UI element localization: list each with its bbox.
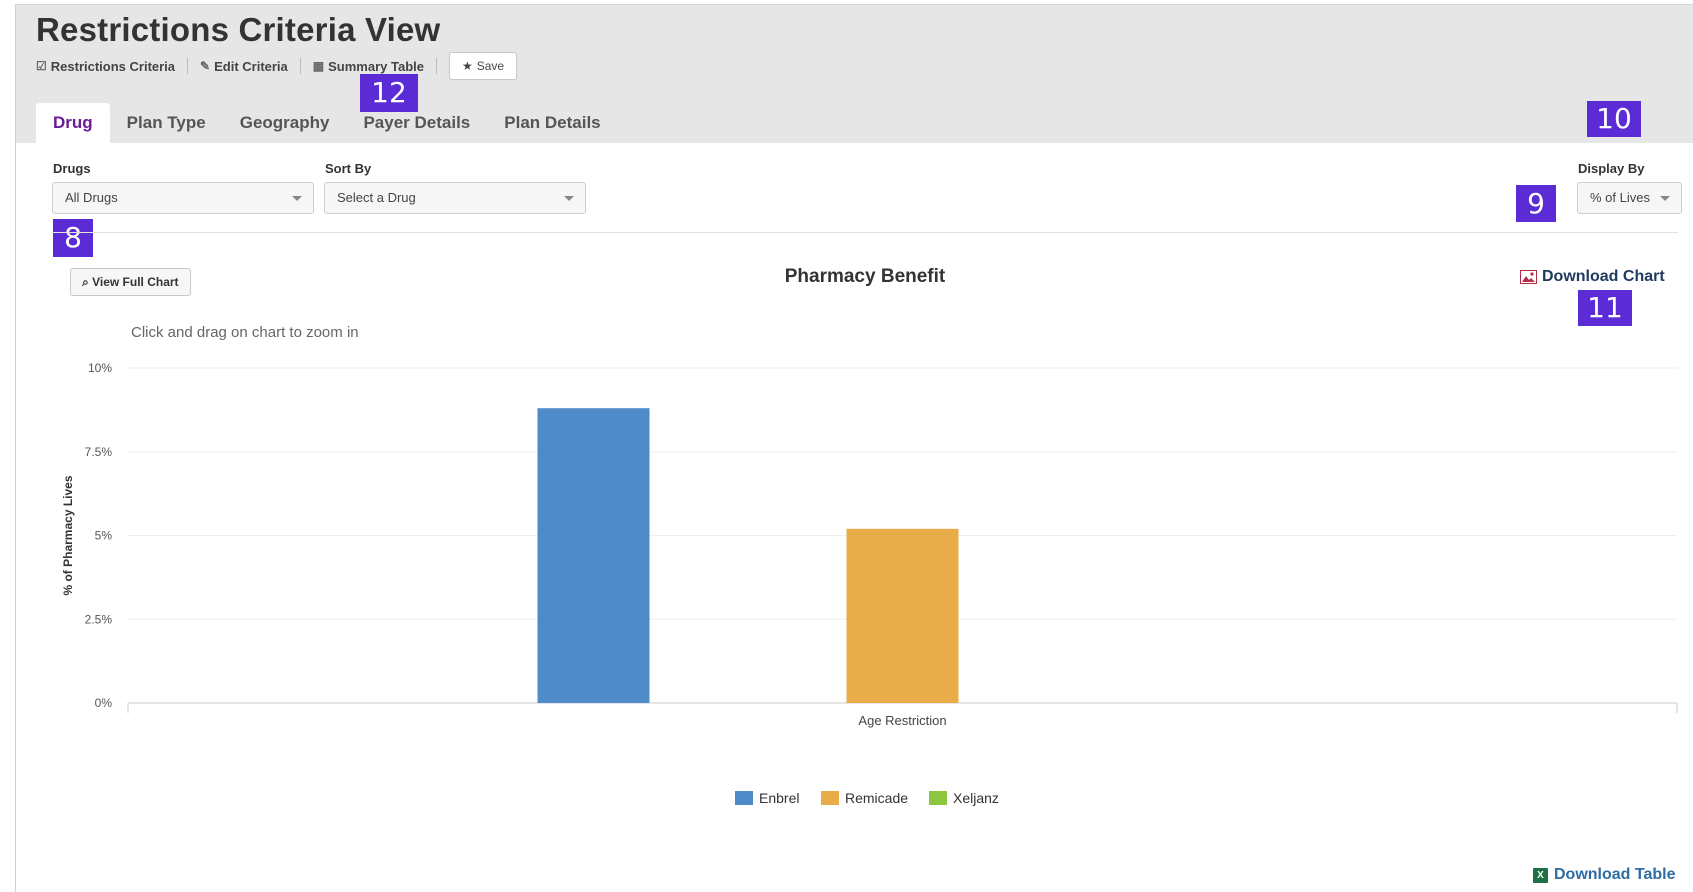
annotation-badge-8: 8 (53, 219, 93, 257)
tab-geography[interactable]: Geography (223, 103, 347, 143)
y-tick-label: 10% (88, 361, 112, 375)
legend-label-xeljanz: Xeljanz (953, 790, 999, 806)
excel-icon: X (1533, 867, 1548, 883)
checkbox-icon: ☑ (36, 59, 47, 73)
y-tick-label: 2.5% (85, 612, 113, 626)
annotation-badge-10: 10 (1587, 101, 1641, 137)
download-table-link[interactable]: X Download Table (1533, 866, 1675, 884)
tab-plan-type[interactable]: Plan Type (110, 103, 223, 143)
download-table-label: Download Table (1554, 866, 1676, 883)
display-by-select[interactable]: % of Lives (1577, 182, 1682, 214)
chart-title: Pharmacy Benefit (784, 266, 946, 287)
legend-label-remicade: Remicade (845, 790, 908, 806)
sort-by-label: Sort By (325, 161, 372, 176)
page-title: Restrictions Criteria View (36, 11, 441, 48)
annotation-badge-12: 12 (360, 74, 418, 112)
y-tick-label: 0% (95, 696, 113, 710)
zoom-hint: Click and drag on chart to zoom in (131, 324, 359, 341)
download-chart-link[interactable]: Download Chart (1520, 268, 1665, 286)
edit-criteria-link[interactable]: ✎ Edit Criteria (200, 59, 300, 74)
x-category-label: Age Restriction (858, 713, 946, 728)
chevron-down-icon (564, 196, 574, 201)
restrictions-criteria-link[interactable]: ☑ Restrictions Criteria (36, 59, 187, 74)
annotation-badge-9: 9 (1516, 185, 1556, 222)
edit-criteria-label: Edit Criteria (214, 58, 288, 74)
view-full-chart-label: View Full Chart (92, 275, 179, 289)
restrictions-criteria-label: Restrictions Criteria (50, 58, 176, 74)
view-full-chart-button[interactable]: ⌕ View Full Chart (70, 268, 191, 296)
toolbar: ☑ Restrictions Criteria ✎ Edit Criteria … (36, 52, 518, 80)
table-icon: ▦ (312, 59, 325, 73)
save-button[interactable]: ★ Save (448, 52, 518, 80)
toolbar-divider (299, 58, 301, 74)
download-chart-label: Download Chart (1542, 268, 1665, 285)
image-icon (1520, 270, 1537, 284)
tab-plan-details[interactable]: Plan Details (487, 103, 617, 143)
chevron-down-icon (292, 196, 302, 201)
summary-table-link[interactable]: ▦ Summary Table (313, 59, 436, 74)
y-tick-label: 7.5% (85, 445, 113, 459)
magnifier-icon: ⌕ (82, 275, 89, 289)
legend-swatch-xeljanz (929, 791, 947, 805)
toolbar-divider (187, 58, 189, 74)
legend-swatch-remicade (821, 791, 839, 805)
sort-by-select[interactable]: Select a Drug (324, 182, 586, 214)
drugs-label: Drugs (53, 161, 91, 176)
display-by-label: Display By (1578, 161, 1645, 176)
pencil-icon: ✎ (200, 59, 211, 73)
display-by-select-value: % of Lives (1590, 190, 1650, 205)
sort-by-select-value: Select a Drug (337, 190, 416, 205)
save-label: Save (476, 59, 505, 73)
section-divider (52, 232, 1678, 233)
tab-drug[interactable]: Drug (36, 103, 110, 143)
bar-enbrel (537, 408, 650, 703)
summary-table-label: Summary Table (328, 58, 424, 74)
bar-remicade (846, 528, 959, 703)
legend-label-enbrel: Enbrel (759, 790, 799, 806)
drugs-select-value: All Drugs (65, 190, 118, 205)
tab-bar: Drug Plan Type Geography Payer Details P… (36, 103, 618, 143)
star-icon: ★ (461, 59, 473, 73)
y-axis-title: % of Pharmacy Lives (61, 475, 75, 595)
drugs-select[interactable]: All Drugs (52, 182, 314, 214)
y-tick-label: 5% (95, 529, 113, 543)
chevron-down-icon (1660, 196, 1670, 201)
legend-swatch-enbrel (735, 791, 753, 805)
bar-chart[interactable]: 0% 2.5% 5% 7.5% 10% % of Pharmacy Lives Age Re… (0, 340, 1693, 830)
header: Restrictions Criteria View ☑ Restriction… (16, 5, 1693, 143)
annotation-badge-11: 11 (1578, 290, 1632, 326)
toolbar-divider (435, 58, 437, 74)
